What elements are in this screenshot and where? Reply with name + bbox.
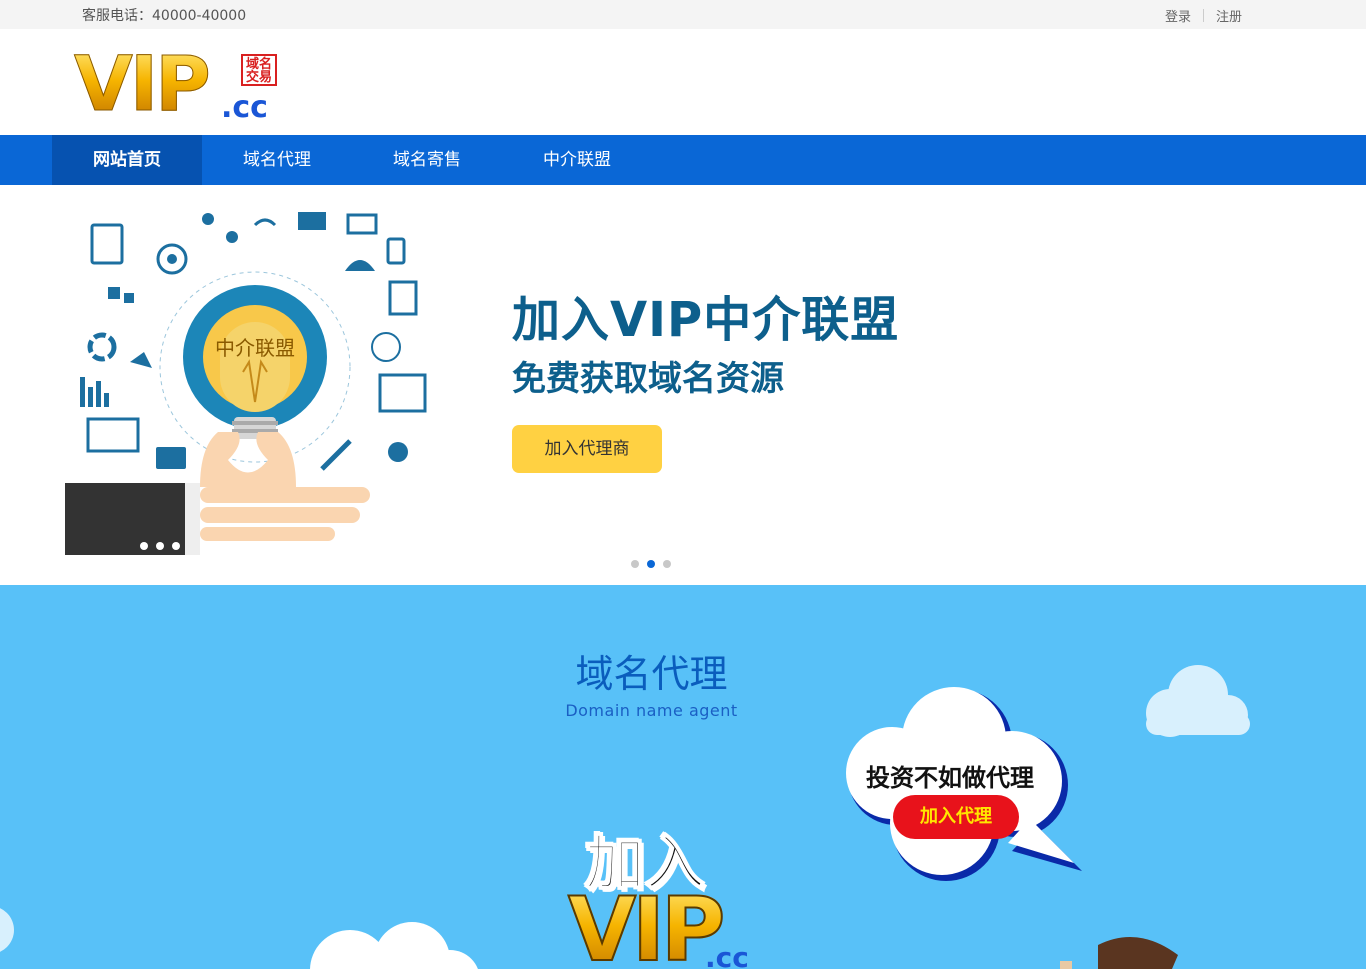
link-divider: [1202, 9, 1204, 22]
domain-agent-section: 域名代理 Domain name agent 加入 VIP .cc 投资不如做代…: [0, 585, 1366, 969]
join-agent-red-button[interactable]: 加入代理: [893, 795, 1019, 839]
site-logo[interactable]: VIP 域名 交易 .cc: [74, 39, 289, 128]
site-header: VIP 域名 交易 .cc: [0, 29, 1366, 135]
banner-title: 加入VIP中介联盟: [512, 292, 900, 348]
account-links: 登录 注册: [1165, 6, 1242, 25]
carousel-dot-1[interactable]: [631, 560, 639, 568]
login-link[interactable]: 登录: [1165, 6, 1191, 25]
vip-cc-text: .cc: [705, 941, 749, 969]
banner-subtitle: 免费获取域名资源: [512, 359, 784, 399]
bubble-text: 投资不如做代理: [866, 764, 1034, 792]
nav-item-domain-agent[interactable]: 域名代理: [202, 135, 352, 185]
logo-cc-text: .cc: [221, 90, 268, 125]
logo-vip-text: VIP: [74, 39, 212, 128]
top-bar: 客服电话：40000-40000 登录 注册: [0, 0, 1366, 29]
carousel-dots: [631, 560, 671, 568]
nav-item-home[interactable]: 网站首页: [52, 135, 202, 185]
carousel-dot-3[interactable]: [663, 560, 671, 568]
speech-bubble: 投资不如做代理 加入代理: [826, 685, 1086, 885]
join-agent-button[interactable]: 加入代理商: [512, 425, 662, 473]
main-nav: 网站首页 域名代理 域名寄售 中介联盟: [0, 135, 1366, 185]
hero-banner: 中介联盟 加入VIP中介联盟 免费获取域名资源 加入代理商: [0, 185, 1366, 585]
vip-big-text: VIP: [567, 884, 726, 969]
logo-stamp: 域名 交易: [241, 54, 277, 86]
bulb-text: 中介联盟: [215, 336, 295, 360]
carousel-dot-2[interactable]: [647, 560, 655, 568]
service-phone: 客服电话：40000-40000: [82, 8, 247, 24]
register-link[interactable]: 注册: [1216, 6, 1242, 25]
nav-item-broker-alliance[interactable]: 中介联盟: [502, 135, 652, 185]
section-subtitle: Domain name agent: [565, 701, 738, 720]
nav-item-domain-consignment[interactable]: 域名寄售: [352, 135, 502, 185]
alliance-illustration: 中介联盟: [65, 212, 427, 555]
section-title: 域名代理: [575, 652, 728, 696]
logo-stamp-text: 域名 交易: [245, 57, 272, 85]
